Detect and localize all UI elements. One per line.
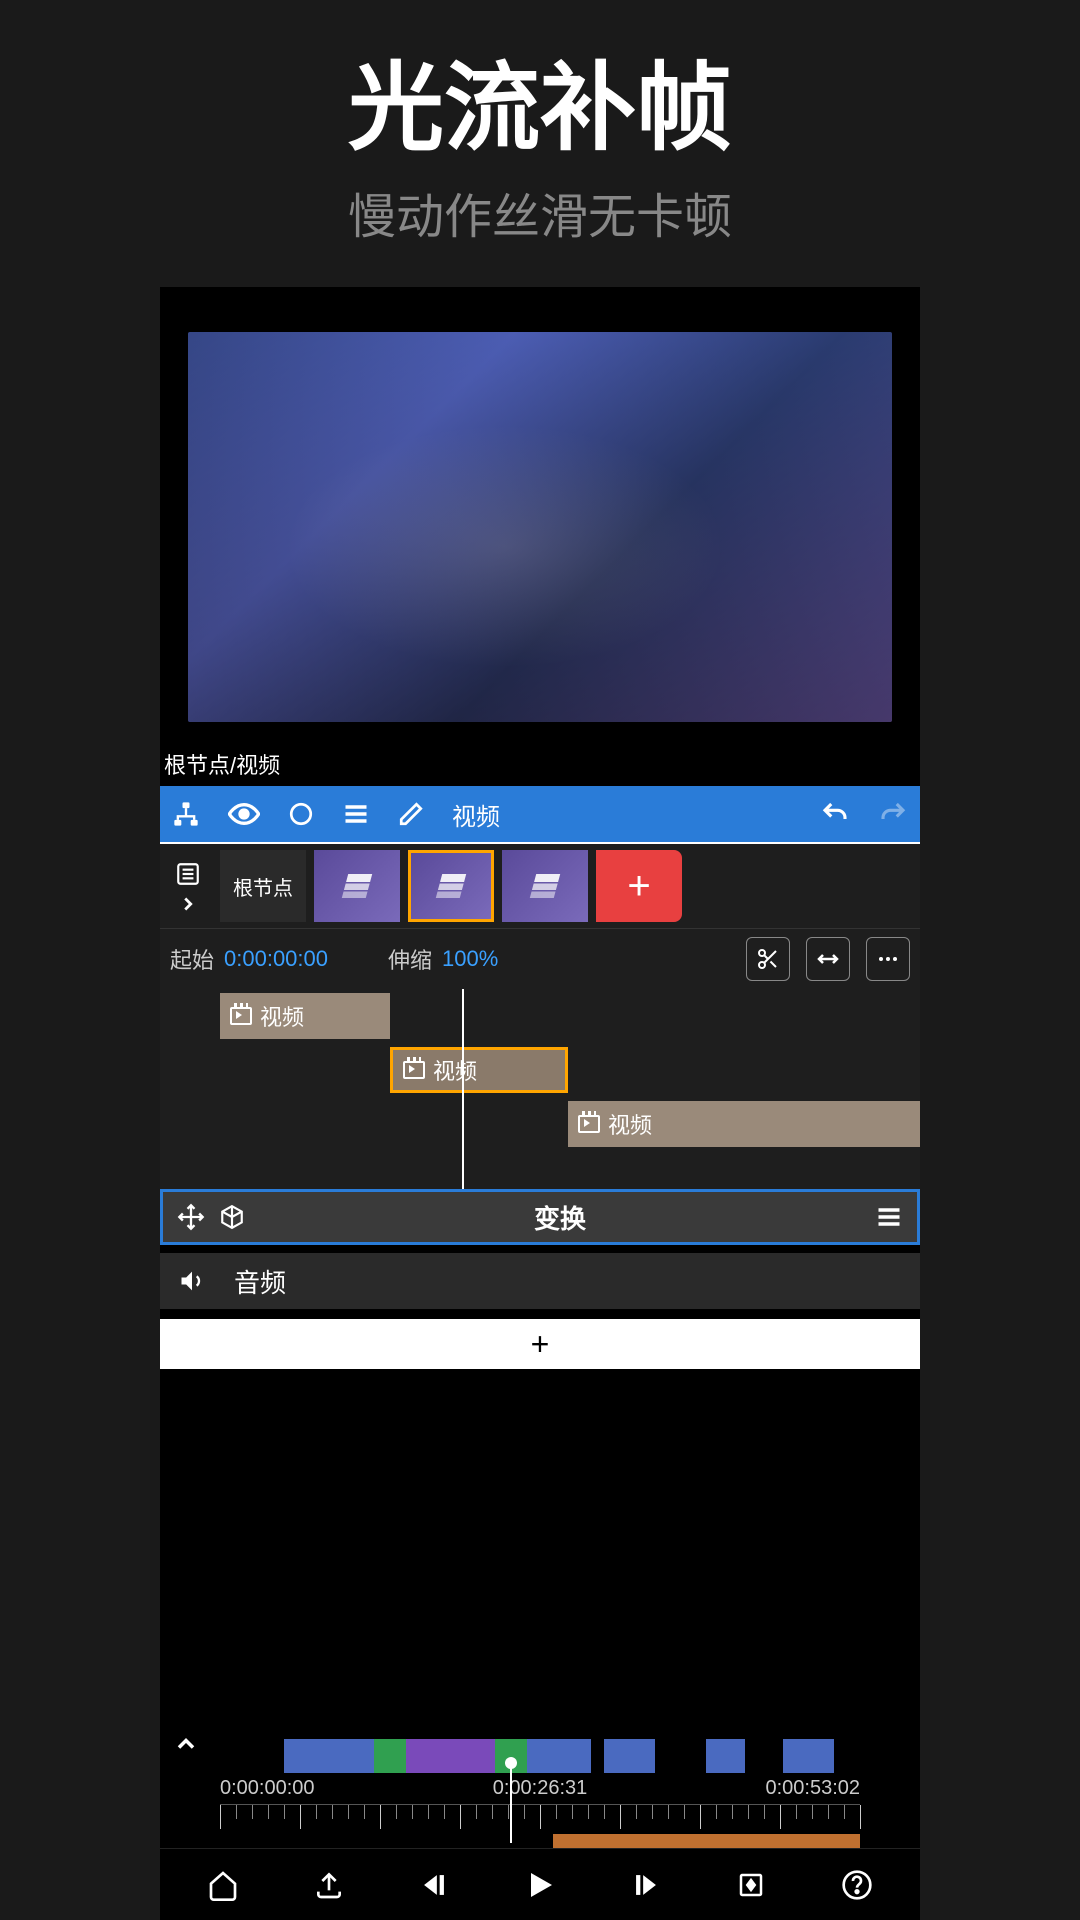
timeline-ruler[interactable] — [220, 1804, 860, 1848]
step-forward-button[interactable] — [621, 1860, 671, 1910]
video-preview[interactable] — [188, 332, 892, 722]
more-button[interactable] — [866, 937, 910, 981]
move-icon[interactable] — [177, 1203, 205, 1231]
time-mid: 0:00:26:31 — [493, 1777, 588, 1800]
list-icon[interactable] — [175, 861, 201, 887]
pencil-icon[interactable] — [398, 801, 424, 827]
chevron-up-icon[interactable] — [172, 1730, 200, 1758]
add-track-button[interactable]: + — [160, 1319, 920, 1369]
hierarchy-icon[interactable] — [172, 800, 200, 828]
scale-value[interactable]: 100% — [442, 946, 498, 972]
start-label: 起始 — [170, 943, 214, 975]
page-title: 光流补帧 — [0, 30, 1080, 169]
menu-icon[interactable] — [342, 800, 370, 828]
track-clip-3[interactable]: 视频 — [568, 1101, 920, 1147]
clip-thumbnail-1[interactable] — [314, 850, 400, 922]
clips-row: 根节点 + — [160, 842, 920, 928]
timeline-area[interactable]: 0:00:00:00 0:00:26:31 0:00:53:02 — [160, 1369, 920, 1848]
scale-label: 伸缩 — [388, 943, 432, 975]
clip-thumbnail-3[interactable] — [502, 850, 588, 922]
toolbar-edit-label: 视频 — [452, 797, 500, 832]
timeline-segments — [220, 1739, 860, 1773]
redo-icon — [878, 799, 908, 829]
transform-bar[interactable]: 变换 — [160, 1189, 920, 1245]
time-start: 0:00:00:00 — [220, 1777, 315, 1800]
time-info-bar: 起始 0:00:00:00 伸缩 100% — [160, 928, 920, 989]
timeline-segment[interactable] — [783, 1739, 834, 1773]
circle-icon[interactable] — [288, 801, 314, 827]
home-button[interactable] — [198, 1860, 248, 1910]
undo-icon[interactable] — [820, 799, 850, 829]
cut-button[interactable] — [746, 937, 790, 981]
audio-label: 音频 — [234, 1263, 286, 1300]
eye-icon[interactable] — [228, 798, 260, 830]
layers-icon — [342, 874, 372, 898]
speaker-icon[interactable] — [178, 1267, 206, 1295]
time-end: 0:00:53:02 — [765, 1777, 860, 1800]
track-clip-label: 视频 — [260, 1000, 304, 1032]
film-icon — [578, 1115, 600, 1133]
track-clip-label: 视频 — [433, 1054, 477, 1086]
audio-bar[interactable]: 音频 — [160, 1253, 920, 1309]
cube-icon[interactable] — [219, 1204, 245, 1230]
transform-label: 变换 — [534, 1199, 586, 1236]
tracks-area[interactable]: 视频 视频 视频 — [160, 989, 920, 1189]
film-icon — [230, 1007, 252, 1025]
page-subtitle: 慢动作丝滑无卡顿 — [0, 177, 1080, 247]
breadcrumb: 根节点/视频 — [160, 742, 920, 786]
track-clip-label: 视频 — [608, 1108, 652, 1140]
menu-icon[interactable] — [875, 1203, 903, 1231]
track-clip-1[interactable]: 视频 — [220, 993, 390, 1039]
track-clip-2[interactable]: 视频 — [390, 1047, 568, 1093]
timeline-segment[interactable] — [284, 1739, 374, 1773]
timeline-segment[interactable] — [406, 1739, 496, 1773]
step-back-button[interactable] — [409, 1860, 459, 1910]
clip-thumbnail-2[interactable] — [408, 850, 494, 922]
help-button[interactable] — [832, 1860, 882, 1910]
root-node-button[interactable]: 根节点 — [220, 850, 306, 922]
timeline-times: 0:00:00:00 0:00:26:31 0:00:53:02 — [160, 1773, 920, 1800]
timeline-segment[interactable] — [706, 1739, 744, 1773]
layers-icon — [530, 874, 560, 898]
timeline-segment[interactable] — [374, 1739, 406, 1773]
keyframe-button[interactable] — [726, 1860, 776, 1910]
timeline-range[interactable] — [553, 1834, 860, 1848]
export-button[interactable] — [304, 1860, 354, 1910]
main-toolbar: 视频 — [160, 786, 920, 842]
bottom-nav — [160, 1848, 920, 1920]
add-clip-button[interactable]: + — [596, 850, 682, 922]
start-value[interactable]: 0:00:00:00 — [224, 946, 328, 972]
timeline-playhead[interactable] — [510, 1763, 512, 1843]
timeline-segment[interactable] — [604, 1739, 655, 1773]
app-frame: 根节点/视频 视频 — [160, 287, 920, 1920]
film-icon — [403, 1061, 425, 1079]
layers-icon — [436, 874, 466, 898]
playhead[interactable] — [462, 989, 464, 1189]
play-button[interactable] — [515, 1860, 565, 1910]
timeline-segment[interactable] — [527, 1739, 591, 1773]
expand-button[interactable] — [806, 937, 850, 981]
chevron-right-icon[interactable] — [177, 893, 199, 915]
